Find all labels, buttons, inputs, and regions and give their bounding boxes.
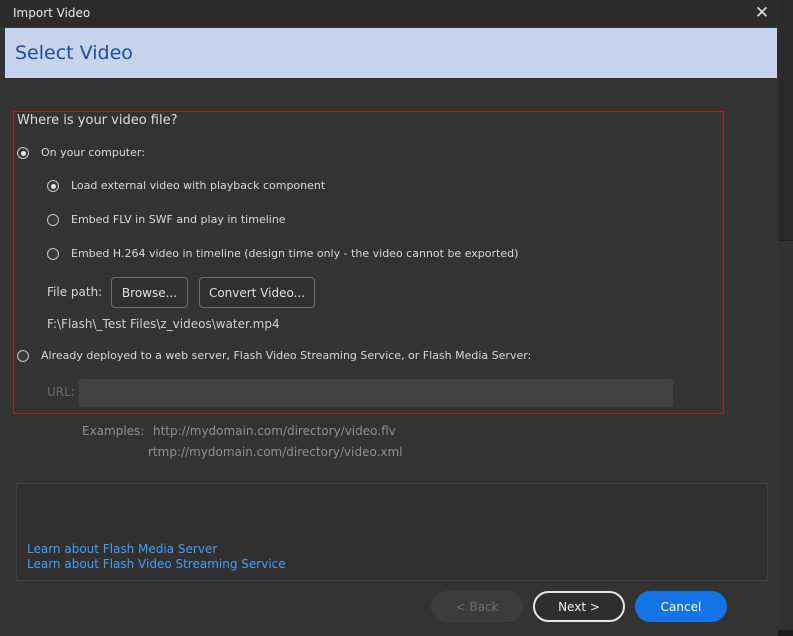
back-button[interactable]: < Back	[431, 591, 523, 622]
embed-h264-radio[interactable]	[47, 248, 59, 260]
video-location-question: Where is your video file?	[17, 113, 178, 128]
file-path-value: F:\Flash\_Test Files\z_videos\water.mp4	[47, 317, 280, 331]
already-deployed-label[interactable]: Already deployed to a web server, Flash …	[41, 349, 531, 362]
title-bar: Import Video ✕	[0, 0, 778, 27]
url-input[interactable]	[79, 379, 673, 407]
browse-button[interactable]: Browse...	[111, 277, 188, 308]
example-url-2: rtmp://mydomain.com/directory/video.xml	[148, 445, 403, 459]
example-url-1: http://mydomain.com/directory/video.flv	[153, 424, 396, 438]
examples-label: Examples:	[82, 424, 145, 438]
streaming-service-link[interactable]: Learn about Flash Video Streaming Servic…	[27, 557, 286, 571]
close-icon[interactable]: ✕	[750, 2, 774, 24]
next-button[interactable]: Next >	[533, 591, 625, 622]
media-server-link[interactable]: Learn about Flash Media Server	[27, 542, 217, 556]
import-video-dialog: Import Video ✕ Select Video Where is you…	[0, 0, 778, 636]
embed-h264-label[interactable]: Embed H.264 video in timeline (design ti…	[71, 247, 518, 260]
embed-flv-radio[interactable]	[47, 214, 59, 226]
cancel-button[interactable]: Cancel	[635, 591, 727, 622]
already-deployed-radio[interactable]	[17, 350, 29, 362]
load-external-radio[interactable]	[47, 180, 59, 192]
background-window-edge	[778, 0, 793, 241]
on-computer-label[interactable]: On your computer:	[41, 146, 145, 159]
on-computer-radio[interactable]	[17, 147, 29, 159]
file-path-label: File path:	[47, 285, 103, 299]
url-label: URL:	[47, 385, 75, 399]
page-title: Select Video	[15, 42, 133, 64]
window-title: Import Video	[13, 6, 91, 20]
convert-video-button[interactable]: Convert Video...	[199, 277, 315, 308]
wizard-header: Select Video	[5, 28, 777, 78]
embed-flv-label[interactable]: Embed FLV in SWF and play in timeline	[71, 213, 286, 226]
load-external-label[interactable]: Load external video with playback compon…	[71, 179, 325, 192]
